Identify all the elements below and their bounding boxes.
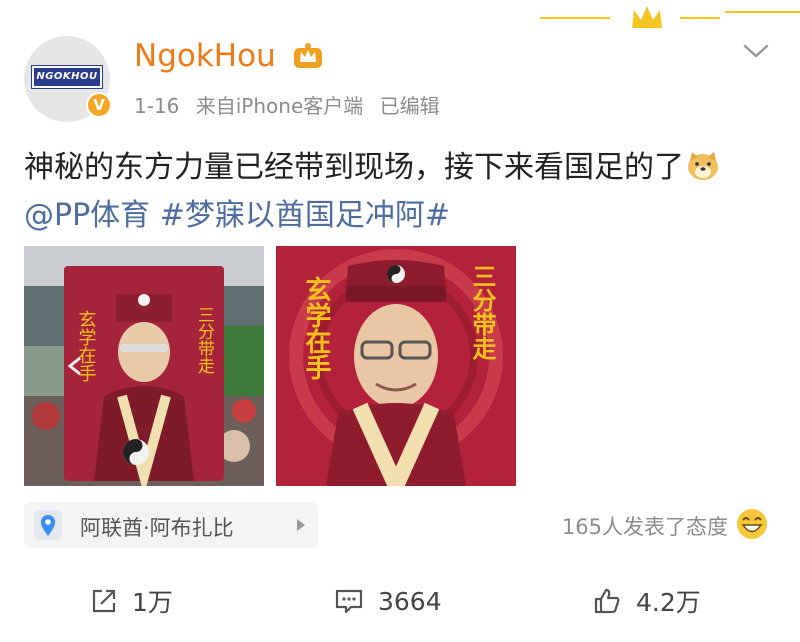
- avatar-logo: NGOKHOU: [31, 65, 103, 89]
- hashtag-link[interactable]: #梦寐以酋国足冲阿#: [160, 198, 450, 233]
- laughing-emoji-icon[interactable]: [736, 508, 768, 540]
- comment-count: 3664: [378, 586, 442, 616]
- comment-icon: [335, 589, 363, 614]
- post-source: 来自iPhone客户端: [195, 94, 364, 118]
- post-meta: 1-16 来自iPhone客户端 已编辑: [134, 90, 450, 119]
- stadium-poster-image: 玄学在手 三分带走: [24, 246, 264, 486]
- verified-badge-icon: V: [86, 92, 112, 118]
- decorative-crown-line: [540, 6, 800, 28]
- poster-right-text-1: 三分带走: [194, 306, 215, 374]
- post-text: 神秘的东方力量已经带到现场，接下来看国足的了 @PP体育 #梦寐以酋国足冲阿#: [24, 144, 764, 240]
- post-date: 1-16: [134, 94, 180, 118]
- vip-crown-icon: [294, 43, 322, 68]
- crown-icon: [632, 6, 662, 28]
- repost-count: 1万: [132, 588, 173, 617]
- share-icon: [92, 589, 116, 613]
- post-image-1[interactable]: 玄学在手 三分带走: [24, 246, 264, 486]
- poster-left-text-2: 玄学在手: [301, 275, 331, 380]
- comment-button[interactable]: 3664: [334, 578, 442, 624]
- edited-label[interactable]: 已编辑: [380, 94, 440, 118]
- location-pin-icon: [34, 510, 62, 540]
- username[interactable]: NgokHou: [134, 38, 276, 74]
- action-bar: 1万 3664 4.2万: [0, 578, 800, 624]
- like-button[interactable]: 4.2万: [592, 578, 701, 624]
- poster-artwork-image: 玄学在手 三分带走: [276, 246, 516, 486]
- thumbs-up-icon: [594, 588, 620, 614]
- like-count: 4.2万: [636, 588, 701, 617]
- chevron-right-icon: [297, 519, 305, 531]
- chevron-down-icon[interactable]: [742, 42, 770, 60]
- location-chip[interactable]: 阿联酋·阿布扎比: [24, 502, 318, 548]
- location-label: 阿联酋·阿布扎比: [80, 516, 234, 540]
- poster-right-text-2: 三分带走: [468, 264, 496, 361]
- post-body-text: 神秘的东方力量已经带到现场，接下来看国足的了: [24, 150, 684, 185]
- post-image-2[interactable]: 玄学在手 三分带走: [276, 246, 516, 486]
- doge-emoji-icon: [688, 152, 718, 180]
- reactions-summary[interactable]: 165人发表了态度: [562, 511, 728, 541]
- mention-link[interactable]: @PP体育: [24, 198, 150, 233]
- repost-button[interactable]: 1万: [90, 578, 173, 624]
